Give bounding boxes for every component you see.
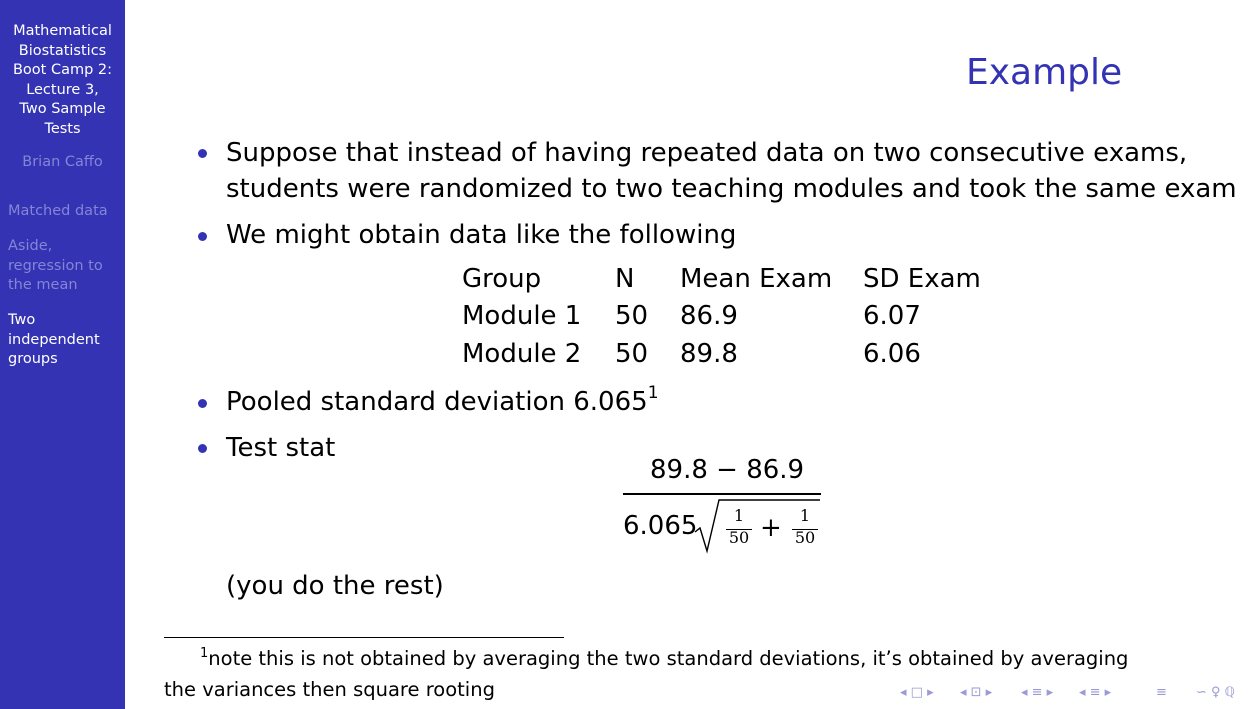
footnote-mark[interactable]: 1 [648,383,659,403]
nav-outline-control[interactable]: ≡ [1156,684,1167,702]
table-cell: 6.07 [863,301,921,331]
sidebar: Mathematical Biostatistics Boot Camp 2: … [0,0,125,709]
table-cell: Module 2 [462,339,582,369]
sidebar-title-line: Tests [44,120,81,137]
bullet-text: Suppose that instead of having repeated … [226,138,1188,168]
sidebar-item-two-independent-groups[interactable]: Two independent groups [8,311,120,370]
sidebar-item-label: groups [8,351,58,367]
formula-numerator: 89.8 − 86.9 [650,455,805,485]
sidebar-title-line: Two Sample [19,101,106,117]
table-header: Group [462,264,542,294]
bullet-text: students were randomized to two teaching… [226,174,1237,204]
small-fraction-denominator: 50 [728,528,750,547]
small-fraction: 1 50 [790,507,820,551]
table-header: SD Exam [863,264,981,294]
fraction-bar [623,493,821,495]
nav-search-control[interactable]: ∽ ♀ ℚ [1196,684,1235,702]
footnote-line: the variances then square rooting [164,678,495,701]
table-header: Mean Exam [680,264,833,294]
pooled-sd-text: Pooled standard deviation 6.065 [226,387,648,417]
formula-coefficient: 6.065 [623,511,698,541]
footnote-number: 1 [200,646,209,661]
bullet-icon [198,444,207,453]
frame-title: Example [966,52,1123,93]
bullet-icon [198,399,207,408]
bullet-text: Test stat [226,433,336,463]
small-fraction-numerator: 1 [799,506,811,525]
sidebar-item-label: Matched data [8,203,108,219]
nav-frame-control[interactable]: ◂ □ ▸ [900,684,934,702]
sidebar-item-label: Aside, [8,238,53,254]
sidebar-title-line: Lecture 3, [26,81,99,98]
table-cell: 50 [615,301,649,331]
sidebar-item-label: independent [8,331,100,348]
sidebar-item-label: the mean [8,277,78,293]
bullet-icon [198,232,207,241]
formula-plus: + [760,513,782,543]
small-fraction-denominator: 50 [794,528,816,547]
nav-document-control[interactable]: ◂ ≡ ▸ [1079,684,1111,702]
sidebar-item-label: regression to [8,257,103,274]
table-cell: 86.9 [680,301,738,331]
footnote-rule [164,637,564,638]
table-cell: 6.06 [863,339,921,369]
bullet-text: We might obtain data like the following [226,220,737,250]
sidebar-item-label: Two [8,312,36,328]
sidebar-title[interactable]: Mathematical Biostatistics Boot Camp 2: … [0,22,125,139]
sidebar-item-matched-data[interactable]: Matched data [8,202,120,222]
table-header: N [615,264,635,294]
sidebar-title-line: Mathematical [13,23,112,39]
footnote-text: note this is not obtained by averaging t… [208,647,1129,670]
table-cell: 89.8 [680,339,738,369]
bullet-icon [198,149,207,158]
table-cell: 50 [615,339,649,369]
nav-subsection-control[interactable]: ◂ ⊡ ▸ [960,684,992,702]
nav-section-control[interactable]: ◂ ≡ ▸ [1021,684,1053,702]
sidebar-title-line: Boot Camp 2: [12,62,113,78]
sidebar-author[interactable]: Brian Caffo [0,154,125,170]
small-fraction: 1 50 [724,507,754,551]
bullet-text: Pooled standard deviation 6.0651 [226,383,659,423]
after-formula-text: (you do the rest) [226,571,444,601]
small-fraction-numerator: 1 [733,506,745,525]
footnote-line: 1note this is not obtained by averaging … [200,646,1128,675]
sidebar-title-line: Biostatistics [18,42,107,59]
sidebar-item-regression-to-the-mean[interactable]: Aside, regression to the mean [8,237,120,296]
table-cell: Module 1 [462,301,582,331]
